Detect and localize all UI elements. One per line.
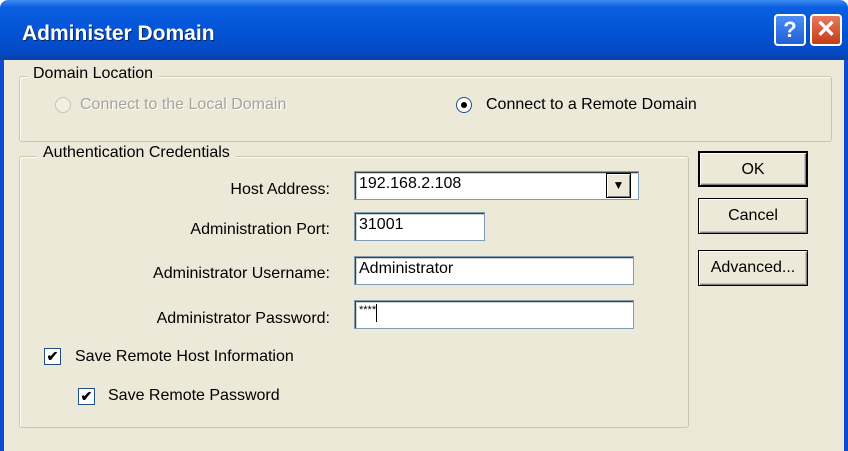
window-title: Administer Domain bbox=[22, 22, 215, 45]
administrator-password-label: Administrator Password: bbox=[156, 310, 330, 327]
help-button[interactable]: ? bbox=[774, 14, 806, 46]
administration-port-value: 31001 bbox=[359, 216, 404, 233]
administrator-username-input[interactable]: Administrator bbox=[354, 256, 634, 285]
help-icon: ? bbox=[783, 17, 797, 42]
checkmark-icon: ✔ bbox=[46, 348, 59, 364]
ok-button[interactable]: OK bbox=[698, 151, 808, 187]
window-frame-right bbox=[844, 60, 848, 451]
administrator-password-value: **** bbox=[359, 304, 377, 316]
chevron-down-icon: ▼ bbox=[612, 178, 625, 192]
administrator-username-label: Administrator Username: bbox=[153, 265, 330, 282]
local-domain-radio[interactable] bbox=[55, 97, 71, 113]
title-bar[interactable]: Administer Domain ? ✕ bbox=[0, 0, 848, 60]
local-domain-label: Connect to the Local Domain bbox=[80, 96, 287, 113]
save-password-label: Save Remote Password bbox=[108, 387, 280, 404]
remote-domain-label: Connect to a Remote Domain bbox=[486, 96, 697, 113]
host-address-dropdown-button[interactable]: ▼ bbox=[606, 173, 631, 198]
administration-port-label: Administration Port: bbox=[190, 221, 330, 238]
close-icon: ✕ bbox=[815, 16, 837, 43]
administration-port-input[interactable]: 31001 bbox=[354, 212, 485, 241]
save-password-checkbox[interactable]: ✔ bbox=[78, 388, 95, 405]
close-button[interactable]: ✕ bbox=[810, 14, 842, 46]
administrator-password-input[interactable]: **** bbox=[354, 300, 634, 329]
administer-domain-dialog: Administer Domain ? ✕ Domain Location Co… bbox=[0, 0, 848, 451]
advanced-button[interactable]: Advanced... bbox=[698, 250, 808, 286]
save-host-info-checkbox[interactable]: ✔ bbox=[44, 348, 61, 365]
administrator-username-value: Administrator bbox=[359, 260, 454, 277]
host-address-value: 192.168.2.108 bbox=[359, 175, 462, 192]
domain-location-legend: Domain Location bbox=[27, 65, 160, 83]
cancel-button[interactable]: Cancel bbox=[698, 198, 808, 234]
host-address-combobox[interactable]: 192.168.2.108 bbox=[354, 171, 639, 200]
checkmark-icon: ✔ bbox=[80, 388, 93, 404]
save-host-info-label: Save Remote Host Information bbox=[75, 348, 294, 365]
remote-domain-radio[interactable] bbox=[456, 97, 472, 113]
text-caret bbox=[376, 304, 378, 322]
host-address-label: Host Address: bbox=[230, 181, 330, 198]
dialog-client-area: Domain Location Connect to the Local Dom… bbox=[4, 60, 844, 451]
authentication-credentials-legend: Authentication Credentials bbox=[37, 144, 236, 162]
